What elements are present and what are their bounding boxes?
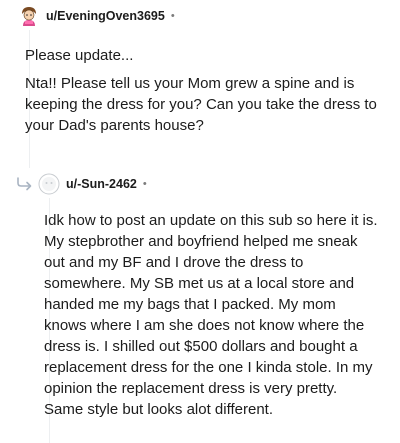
separator-dot: • <box>170 10 175 22</box>
comment-text: Nta!! Please tell us your Mom grew a spi… <box>25 75 377 134</box>
username[interactable]: u/-Sun-2462 <box>66 177 137 191</box>
comment-header: u/EveningOven3695 • <box>0 0 400 32</box>
comment-text: Idk how to post an update on this sub so… <box>44 212 378 418</box>
user-avatar-icon[interactable] <box>18 5 40 27</box>
comment: u/EveningOven3695 • Please update... Nta… <box>0 0 400 136</box>
reply-arrow-icon <box>14 173 36 195</box>
separator-dot: • <box>142 178 147 190</box>
reply-comment: u/-Sun-2462 • Idk how to post an update … <box>0 168 400 420</box>
comment-header: u/-Sun-2462 • <box>0 168 400 200</box>
default-avatar-icon[interactable] <box>38 173 60 195</box>
comment-text: Please update... <box>25 47 134 64</box>
username[interactable]: u/EveningOven3695 <box>46 9 165 23</box>
